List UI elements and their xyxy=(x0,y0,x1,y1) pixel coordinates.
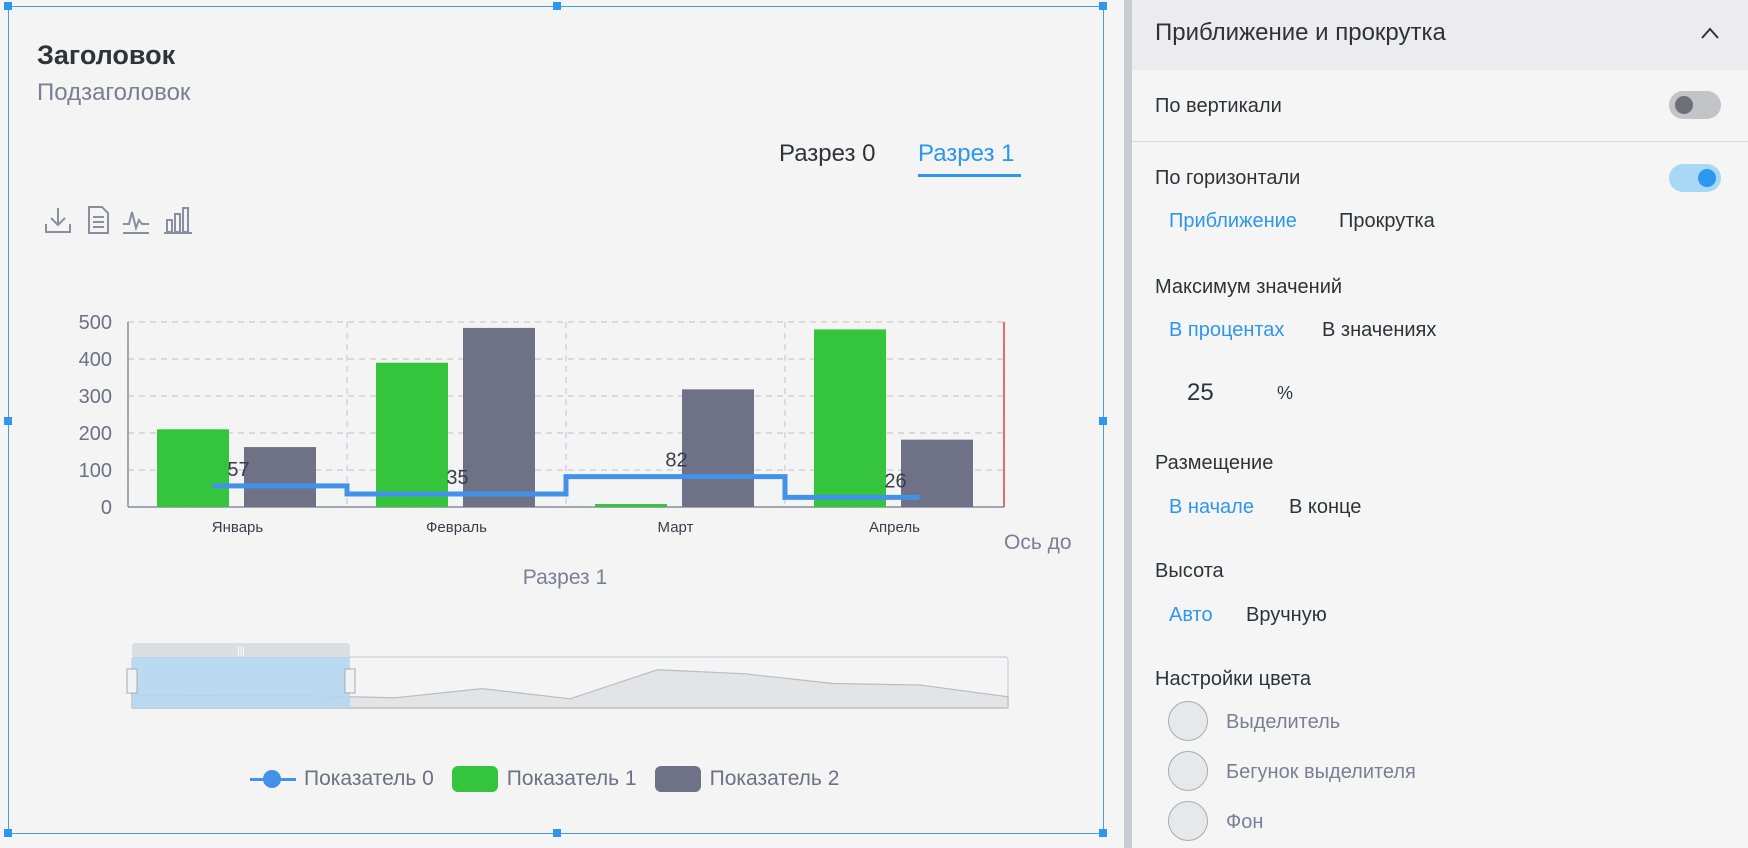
bar-Январь-0 xyxy=(157,429,229,507)
option-scroll[interactable]: Прокрутка xyxy=(1339,210,1435,233)
data-label: 82 xyxy=(665,450,687,472)
y-tick-label: 300 xyxy=(79,386,112,408)
chart-legend: Показатель 0 Показатель 1 Показатель 2 xyxy=(250,766,857,792)
right-axis-label: Ось до xyxy=(1004,531,1072,554)
x-tick-label: Февраль xyxy=(426,519,487,536)
x-tick-label: Март xyxy=(658,519,694,536)
horizontal-label: По горизонтали xyxy=(1155,167,1301,189)
series-line-Показатель 0 xyxy=(212,474,920,500)
bar-Март-0 xyxy=(595,504,667,507)
y-tick-label: 0 xyxy=(101,497,112,519)
legend-item-series2[interactable]: Показатель 2 xyxy=(654,766,840,792)
bar-Январь-1 xyxy=(244,447,316,507)
x-tick-label: Апрель xyxy=(869,519,920,536)
vertical-toggle[interactable] xyxy=(1669,91,1721,119)
legend-label: Показатель 0 xyxy=(304,767,434,790)
y-tick-label: 400 xyxy=(79,349,112,371)
legend-line-marker xyxy=(250,768,296,790)
legend-item-series1[interactable]: Показатель 1 xyxy=(451,766,637,792)
option-zoom[interactable]: Приближение xyxy=(1169,210,1297,233)
navigator-handle xyxy=(344,668,356,694)
y-tick-label: 200 xyxy=(79,423,112,445)
navigator-handle xyxy=(126,668,138,694)
option-manual[interactable]: Вручную xyxy=(1246,604,1327,627)
option-end[interactable]: В конце xyxy=(1289,496,1361,519)
height-label: Высота xyxy=(1155,560,1224,582)
divider xyxy=(1132,141,1748,142)
x-tick-label: Январь xyxy=(212,519,264,536)
chart-canvas: 0 100 200 300 400 500 Январь Февраль Март Апрель 5… xyxy=(79,312,1009,709)
max-values-label: Максимум значений xyxy=(1155,276,1343,298)
bar-Февраль-0 xyxy=(376,362,448,507)
color-label-selector: Выделитель xyxy=(1226,711,1341,733)
legend-item-series0[interactable]: Показатель 0 xyxy=(250,767,434,791)
color-settings-label: Настройки цвета xyxy=(1155,668,1311,690)
navigator-selection xyxy=(132,657,350,708)
horizontal-toggle[interactable] xyxy=(1669,164,1721,192)
data-label: 26 xyxy=(884,470,906,492)
color-swatch-selector-handle[interactable] xyxy=(1168,751,1208,791)
option-auto[interactable]: Авто xyxy=(1169,604,1213,627)
bar-Март-1 xyxy=(682,389,754,507)
legend-swatch xyxy=(451,766,498,792)
x-axis-title: Разрез 1 xyxy=(522,566,608,589)
max-value-input[interactable]: 25 xyxy=(1187,379,1214,407)
legend-label: Показатель 1 xyxy=(506,767,637,790)
data-label: 35 xyxy=(446,467,468,489)
color-swatch-selector[interactable] xyxy=(1168,701,1208,741)
section-title: Приближение и прокрутка xyxy=(1155,19,1446,46)
legend-swatch xyxy=(654,766,701,792)
section-header[interactable]: Приближение и прокрутка xyxy=(1132,0,1748,70)
y-tick-label: 100 xyxy=(79,460,112,482)
option-values[interactable]: В значениях xyxy=(1322,319,1436,342)
max-value-unit: % xyxy=(1277,383,1294,403)
color-swatch-background[interactable] xyxy=(1168,801,1208,841)
color-label-selector-handle: Бегунок выделителя xyxy=(1226,761,1416,783)
bar-Апрель-0 xyxy=(814,329,886,507)
chevron-up-icon[interactable] xyxy=(1700,26,1720,40)
data-label: 57 xyxy=(227,459,249,481)
option-start[interactable]: В начале xyxy=(1169,496,1254,519)
grip-icon: ||| xyxy=(237,646,245,657)
legend-label: Показатель 2 xyxy=(709,767,840,790)
y-tick-label: 500 xyxy=(79,312,112,334)
bar-Февраль-1 xyxy=(463,327,535,507)
placement-label: Размещение xyxy=(1155,452,1274,474)
option-percent[interactable]: В процентах xyxy=(1169,319,1284,342)
color-label-background: Фон xyxy=(1226,811,1264,833)
vertical-label: По вертикали xyxy=(1155,95,1282,117)
settings-panel: Приближение и прокрутка По вертикали По … xyxy=(1132,0,1748,848)
panel-splitter[interactable] xyxy=(1124,0,1132,848)
